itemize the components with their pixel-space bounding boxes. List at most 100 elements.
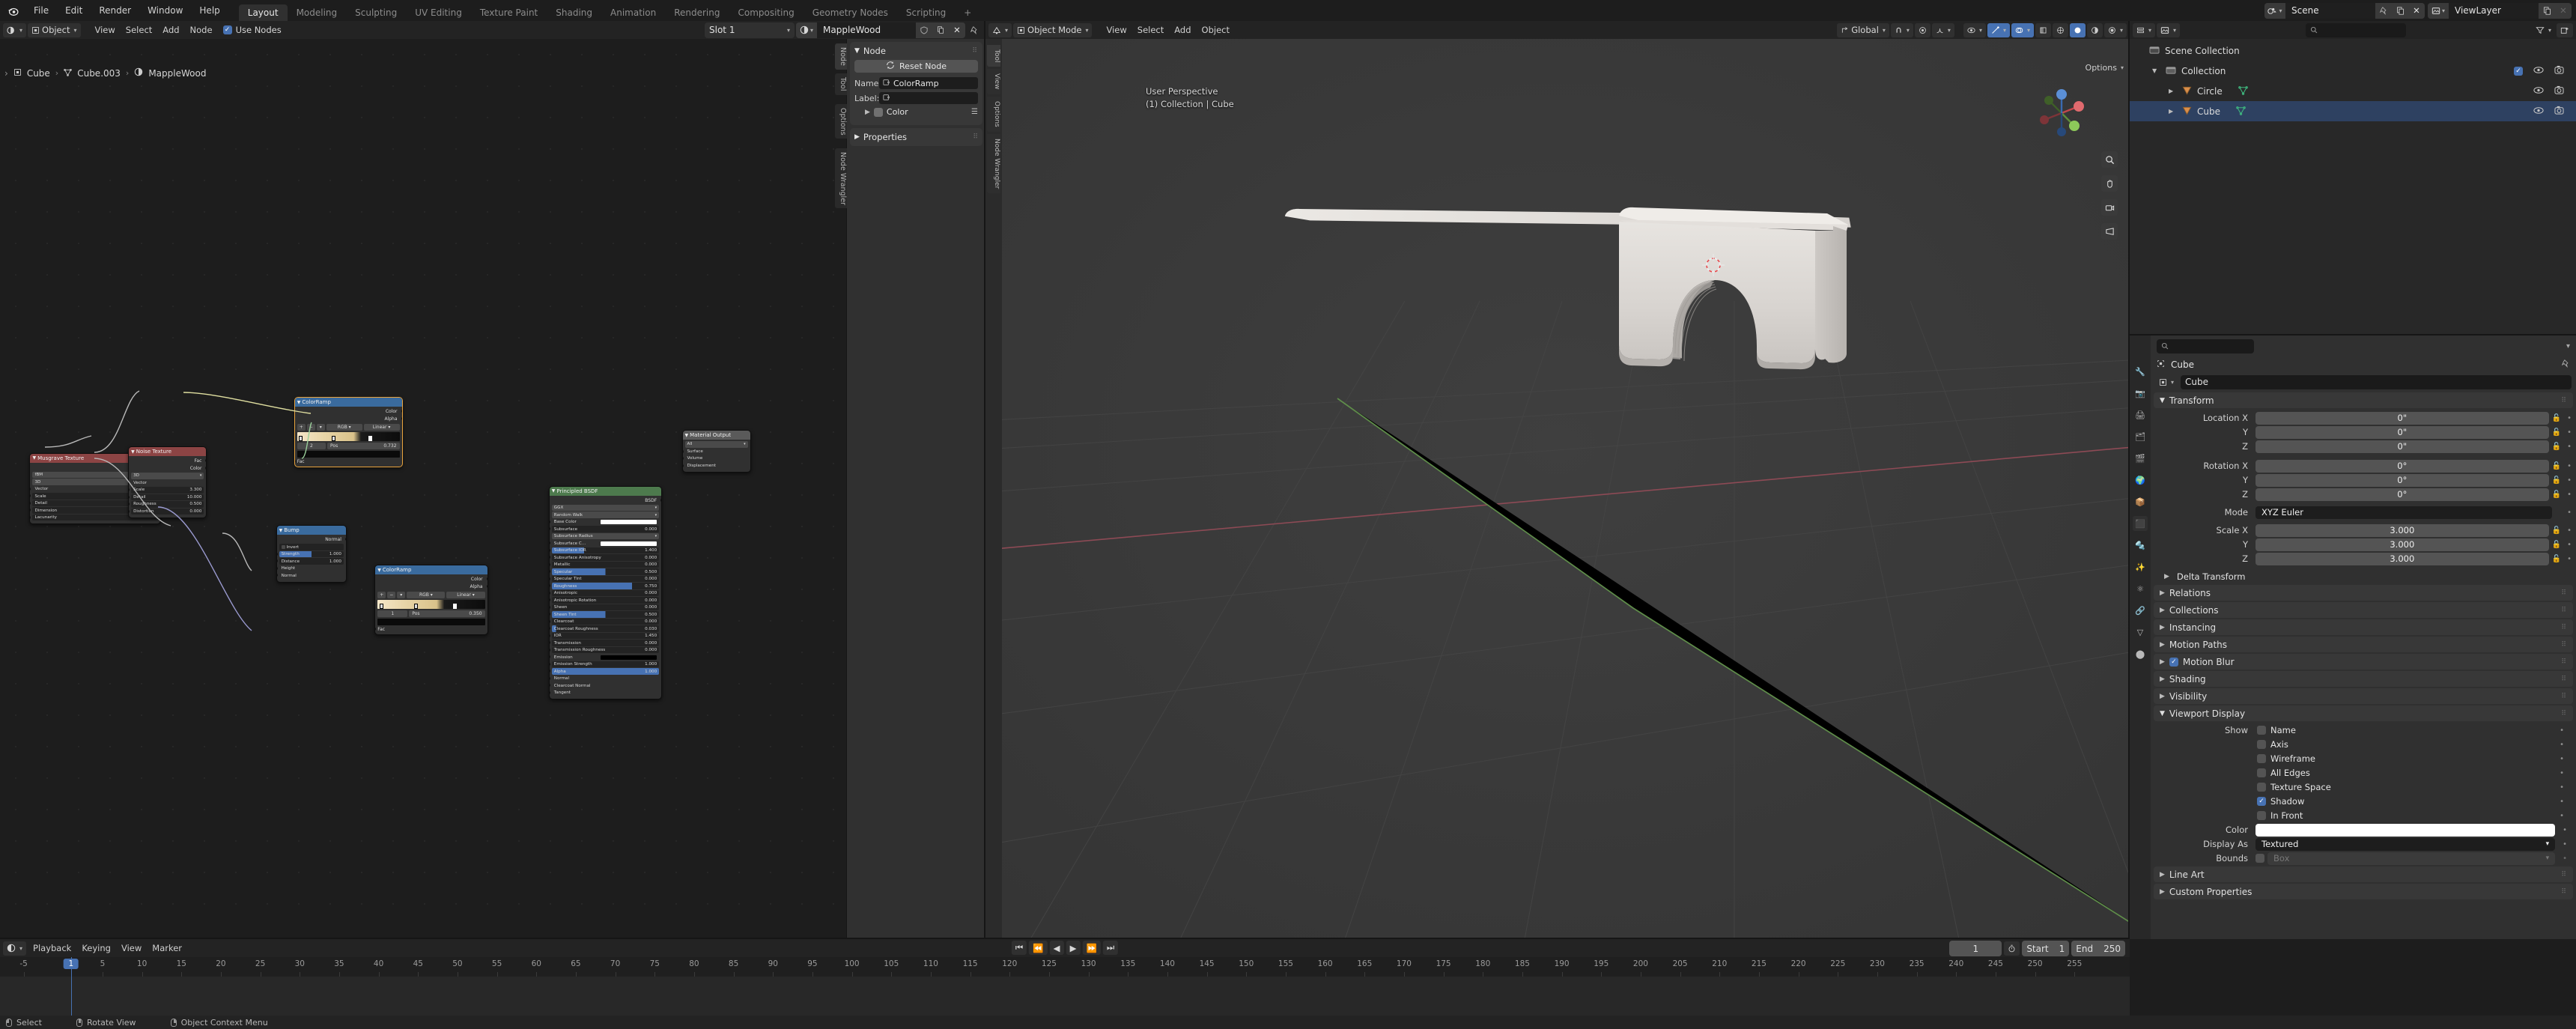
node-row-invert[interactable]: Invert (279, 544, 344, 550)
input-socket[interactable] (549, 634, 550, 637)
scene-name-field[interactable]: Scene (2285, 2, 2375, 19)
top-menu-edit[interactable]: Edit (57, 0, 91, 21)
viewport-tab-tool[interactable]: Tool (987, 45, 1000, 67)
mesh-data-icon[interactable] (2238, 85, 2248, 97)
input-socket[interactable] (375, 628, 377, 631)
display-as-value[interactable]: Textured ▾ (2255, 837, 2556, 851)
node-row-sheen[interactable]: Sheen 0.000 (549, 604, 660, 611)
node-row-random-walk[interactable]: Random Walk ▾ (551, 512, 660, 518)
node-output-color[interactable]: Color (377, 576, 487, 583)
input-socket[interactable] (549, 598, 550, 602)
rotation-z-value[interactable]: 0° (2255, 488, 2549, 501)
divider-vertical-1[interactable] (984, 21, 985, 939)
pan-hand-icon[interactable] (2101, 175, 2118, 192)
disclosure-triangle-icon[interactable]: ▶ (2169, 108, 2177, 115)
color-swatch[interactable] (600, 520, 657, 525)
output-socket[interactable] (205, 459, 207, 463)
properties-tab-particles-icon[interactable]: ✨ (2133, 559, 2148, 574)
input-socket[interactable] (549, 570, 550, 574)
top-menu-render[interactable]: Render (91, 0, 139, 21)
viewport-menu-view[interactable]: View (1101, 23, 1131, 37)
input-socket[interactable] (30, 487, 31, 491)
divider-vertical-2[interactable] (2128, 21, 2130, 939)
colorramp-stop[interactable] (299, 436, 303, 442)
animate-dot-icon[interactable]: • (2560, 783, 2572, 792)
properties-tab-world-icon[interactable]: 🌍 (2133, 473, 2148, 488)
object-name-field[interactable]: Cube (2181, 374, 2572, 389)
colorramp-stop-color[interactable] (297, 451, 400, 458)
node-header[interactable]: ▼ ColorRamp (294, 398, 402, 407)
output-socket[interactable] (660, 498, 662, 502)
proportional-editing-icon[interactable] (1914, 22, 1931, 37)
output-socket[interactable] (344, 538, 346, 541)
node-color-row[interactable]: ▶ Color ☰ (854, 107, 978, 117)
node-row-clearcoat-roughness[interactable]: Clearcoat Roughness 0.030 (549, 625, 660, 632)
node-row-volume[interactable]: Volume (682, 455, 748, 462)
node-row-all[interactable]: All ▾ (684, 441, 748, 448)
location-x-lock[interactable]: 🔓 • (2552, 414, 2572, 422)
properties-tab-modifier-icon[interactable]: 🔩 (2133, 538, 2148, 553)
node-input-fac[interactable]: Fac (294, 459, 400, 464)
panel-header-transform[interactable]: ▼ Transform ⠿ (2154, 392, 2573, 408)
input-socket[interactable] (276, 566, 278, 570)
color-swatch[interactable] (600, 655, 657, 660)
panel-header-visibility[interactable]: ▶ Visibility ⠿ (2154, 688, 2573, 704)
input-socket[interactable] (549, 648, 550, 652)
properties-panel[interactable]: ▶ Properties ⠿ (850, 128, 982, 146)
add-stop-button[interactable]: + (377, 592, 386, 599)
outliner-row-circle[interactable]: ▶ Circle (2130, 81, 2576, 101)
panel-header-relations[interactable]: ▶ Relations ⠿ (2154, 585, 2573, 601)
input-socket[interactable] (276, 574, 278, 577)
delete-viewlayer-icon[interactable]: ✕ (2555, 2, 2572, 19)
material-browse-icon[interactable]: ▾ (796, 22, 817, 38)
shader-type-selector[interactable]: Object ▾ (28, 22, 81, 37)
node-row-anisotropic-rotation[interactable]: Anisotropic Rotation 0.000 (549, 597, 660, 604)
reset-node-button[interactable]: Reset Node (854, 60, 978, 73)
camera-render-icon[interactable] (2554, 106, 2564, 117)
blender-logo-icon[interactable] (0, 0, 25, 21)
disclosure-triangle-icon[interactable]: ▼ (2152, 67, 2160, 74)
input-socket[interactable] (30, 501, 31, 505)
node-noise[interactable]: ▼ Noise Texture Fac Color 3D ▾ Vector Scale 3.30… (128, 446, 207, 519)
colorramp-stop[interactable] (380, 604, 384, 610)
show-gizmo-icon[interactable]: ▾ (1987, 22, 2010, 37)
viewport-options-toggle[interactable]: Options ▾ (2086, 63, 2124, 73)
new-scene-icon[interactable] (2392, 2, 2408, 19)
outliner-row-collection[interactable]: ▼ Collection ✓ (2130, 61, 2576, 81)
shading-solid-icon[interactable] (2069, 22, 2086, 37)
node-row-surface[interactable]: Surface (682, 449, 748, 455)
workspace-tab-layout[interactable]: Layout (238, 4, 288, 21)
node-row-3d[interactable]: 3D ▾ (131, 473, 204, 479)
input-socket[interactable] (549, 520, 550, 523)
pin-icon[interactable] (2375, 2, 2392, 19)
node-row-alpha[interactable]: Alpha 1.000 (549, 668, 660, 675)
visibility-selector-icon[interactable]: ▾ (1963, 22, 1986, 37)
panel-header-line-art[interactable]: ▶ Line Art ⠿ (2154, 866, 2573, 882)
panel-header-viewport-display[interactable]: ▼ Viewport Display ⠿ (2154, 705, 2573, 721)
scale-x-lock[interactable]: 🔓 • (2552, 526, 2572, 535)
rotation-mode-animate[interactable]: • (2555, 509, 2572, 517)
start-frame-field[interactable]: Start 1 (2022, 941, 2070, 956)
node-output-bsdf[interactable]: BSDF (552, 497, 662, 504)
snap-magnet-icon[interactable]: ▾ (1890, 22, 1913, 37)
all-edges-checkbox[interactable] (2257, 768, 2266, 777)
colorramp-interpolation[interactable]: Linear ▾ (446, 592, 485, 599)
eye-icon[interactable] (2533, 86, 2544, 97)
grip-dots-icon[interactable]: ⠿ (2561, 693, 2567, 700)
viewport-menu-add[interactable]: Add (1169, 23, 1196, 37)
scene-browse-icon[interactable]: ▾ (2264, 2, 2285, 19)
colorramp-index[interactable]: 1 (377, 610, 408, 618)
node-row-scale[interactable]: Scale 3.300 (129, 487, 204, 494)
colorramp-interpolation[interactable]: Linear ▾ (363, 424, 400, 431)
grip-dots-icon[interactable]: ⠿ (2561, 871, 2567, 878)
node-output[interactable]: ▼ Material Output All ▾ Surface Volume Displac… (681, 430, 751, 473)
workspace-tab-uv-editing[interactable]: UV Editing (406, 4, 471, 21)
breadcrumb-item-0[interactable]: Cube (27, 68, 50, 79)
node-row-clearcoat-normal[interactable]: Clearcoat Normal (549, 682, 659, 689)
node-editor-menu-node[interactable]: Node (185, 23, 218, 37)
eye-icon[interactable] (2533, 106, 2544, 117)
disclosure-triangle-icon[interactable]: ▶ (2169, 88, 2177, 94)
timeline-ruler[interactable]: -515101520253035404550556065707580859095… (0, 957, 2130, 977)
node-row-distance[interactable]: Distance 1.000 (276, 558, 344, 565)
node-output-color[interactable]: Color (131, 465, 207, 472)
